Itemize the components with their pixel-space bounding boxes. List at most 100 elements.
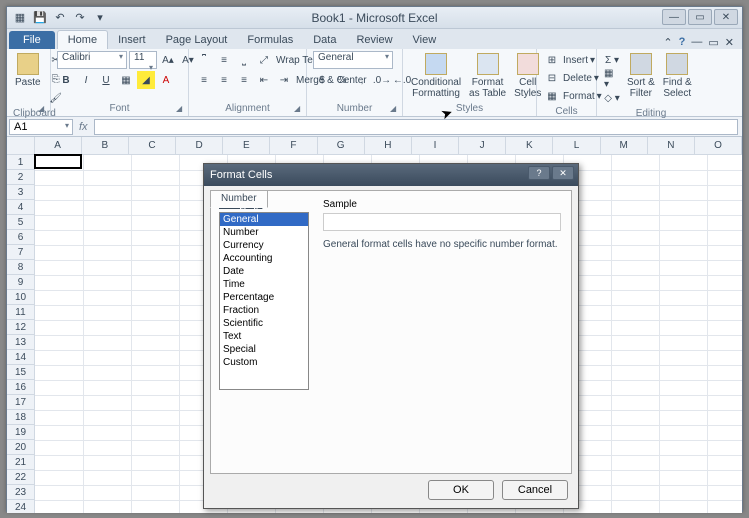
bold-button[interactable]: B	[57, 71, 75, 89]
autosum-icon[interactable]: Σ ▾	[603, 51, 621, 69]
row-header[interactable]: 7	[7, 245, 35, 260]
align-right-icon[interactable]: ≡	[235, 71, 253, 89]
percent-icon[interactable]: %	[333, 71, 351, 89]
underline-button[interactable]: U	[97, 71, 115, 89]
category-item[interactable]: Currency	[220, 239, 308, 252]
row-header[interactable]: 13	[7, 335, 35, 350]
save-icon[interactable]: 💾	[31, 9, 49, 27]
column-header[interactable]: E	[223, 137, 270, 154]
number-format-select[interactable]: General	[313, 51, 393, 69]
dialog-close-button[interactable]: ✕	[552, 166, 574, 180]
find-select-button[interactable]: Find & Select	[661, 51, 694, 101]
column-header[interactable]: B	[82, 137, 129, 154]
qat-dropdown-icon[interactable]: ▾	[91, 9, 109, 27]
delete-cells-button[interactable]: ⊟Delete ▾	[543, 69, 599, 87]
minimize-ribbon-icon[interactable]: ⌃	[663, 36, 672, 49]
doc-minimize-icon[interactable]: ―	[691, 36, 702, 49]
fx-icon[interactable]: fx	[79, 121, 88, 133]
italic-button[interactable]: I	[77, 71, 95, 89]
redo-icon[interactable]: ↷	[71, 9, 89, 27]
increase-decimal-icon[interactable]: .0→	[373, 71, 391, 89]
doc-restore-icon[interactable]: ▭	[708, 36, 718, 49]
align-left-icon[interactable]: ≡	[195, 71, 213, 89]
tab-insert[interactable]: Insert	[108, 31, 156, 49]
restore-button[interactable]: ▭	[688, 9, 712, 25]
paste-button[interactable]: Paste	[13, 51, 43, 90]
column-header[interactable]: C	[129, 137, 176, 154]
tab-page-layout[interactable]: Page Layout	[156, 31, 238, 49]
row-header[interactable]: 6	[7, 230, 35, 245]
doc-close-icon[interactable]: ✕	[725, 36, 734, 49]
row-header[interactable]: 19	[7, 425, 35, 440]
decrease-indent-icon[interactable]: ⇤	[255, 71, 273, 89]
dialog-titlebar[interactable]: Format Cells ? ✕	[204, 164, 578, 186]
select-all-corner[interactable]	[7, 137, 35, 154]
row-header[interactable]: 11	[7, 305, 35, 320]
category-item[interactable]: Scientific	[220, 317, 308, 330]
ok-button[interactable]: OK	[428, 480, 494, 500]
row-header[interactable]: 15	[7, 365, 35, 380]
orientation-icon[interactable]: ⤢	[255, 51, 273, 69]
category-item[interactable]: Accounting	[220, 252, 308, 265]
conditional-formatting-button[interactable]: Conditional Formatting	[409, 51, 463, 101]
clipboard-launcher[interactable]: ◢	[38, 104, 48, 114]
category-item[interactable]: Time	[220, 278, 308, 291]
row-header[interactable]: 17	[7, 395, 35, 410]
sort-filter-button[interactable]: Sort & Filter	[625, 51, 657, 101]
category-list[interactable]: GeneralNumberCurrencyAccountingDateTimeP…	[219, 212, 309, 390]
grow-font-icon[interactable]: A▴	[159, 51, 177, 69]
category-item[interactable]: Fraction	[220, 304, 308, 317]
number-launcher[interactable]: ◢	[390, 104, 400, 114]
font-color-icon[interactable]: A	[157, 71, 175, 89]
clear-icon[interactable]: ◇ ▾	[603, 89, 621, 107]
tab-view[interactable]: View	[403, 31, 447, 49]
undo-icon[interactable]: ↶	[51, 9, 69, 27]
font-size-select[interactable]: 11	[129, 51, 157, 69]
row-header[interactable]: 1	[7, 155, 35, 170]
close-button[interactable]: ✕	[714, 9, 738, 25]
align-bottom-icon[interactable]: ⎵	[235, 51, 253, 69]
align-middle-icon[interactable]: ≡	[215, 51, 233, 69]
column-header[interactable]: G	[318, 137, 365, 154]
row-header[interactable]: 21	[7, 455, 35, 470]
cancel-button[interactable]: Cancel	[502, 480, 568, 500]
row-header[interactable]: 5	[7, 215, 35, 230]
row-header[interactable]: 24	[7, 500, 35, 513]
alignment-launcher[interactable]: ◢	[294, 104, 304, 114]
border-icon[interactable]: ▦	[117, 71, 135, 89]
row-header[interactable]: 22	[7, 470, 35, 485]
row-header[interactable]: 18	[7, 410, 35, 425]
comma-icon[interactable]: ,	[353, 71, 371, 89]
category-item[interactable]: Custom	[220, 356, 308, 369]
column-header[interactable]: A	[35, 137, 82, 154]
row-header[interactable]: 14	[7, 350, 35, 365]
font-launcher[interactable]: ◢	[176, 104, 186, 114]
name-box[interactable]: A1	[9, 119, 73, 135]
row-header[interactable]: 16	[7, 380, 35, 395]
currency-icon[interactable]: $	[313, 71, 331, 89]
row-header[interactable]: 3	[7, 185, 35, 200]
format-cells-button[interactable]: ▦Format ▾	[543, 87, 602, 105]
column-header[interactable]: M	[601, 137, 648, 154]
increase-indent-icon[interactable]: ⇥	[275, 71, 293, 89]
row-header[interactable]: 23	[7, 485, 35, 500]
row-header[interactable]: 2	[7, 170, 35, 185]
column-header[interactable]: K	[506, 137, 553, 154]
align-center-icon[interactable]: ≡	[215, 71, 233, 89]
active-cell[interactable]	[34, 154, 82, 169]
fill-color-icon[interactable]: ◢	[137, 71, 155, 89]
category-item[interactable]: Number	[220, 226, 308, 239]
column-header[interactable]: J	[459, 137, 506, 154]
tab-data[interactable]: Data	[303, 31, 346, 49]
help-icon[interactable]: ?	[679, 36, 686, 49]
category-item[interactable]: Special	[220, 343, 308, 356]
column-header[interactable]: D	[176, 137, 223, 154]
category-item[interactable]: General	[220, 213, 308, 226]
font-family-select[interactable]: Calibri	[57, 51, 127, 69]
row-header[interactable]: 4	[7, 200, 35, 215]
insert-cells-button[interactable]: ⊞Insert ▾	[543, 51, 595, 69]
minimize-button[interactable]: ―	[662, 9, 686, 25]
tab-formulas[interactable]: Formulas	[237, 31, 303, 49]
category-item[interactable]: Text	[220, 330, 308, 343]
column-header[interactable]: I	[412, 137, 459, 154]
